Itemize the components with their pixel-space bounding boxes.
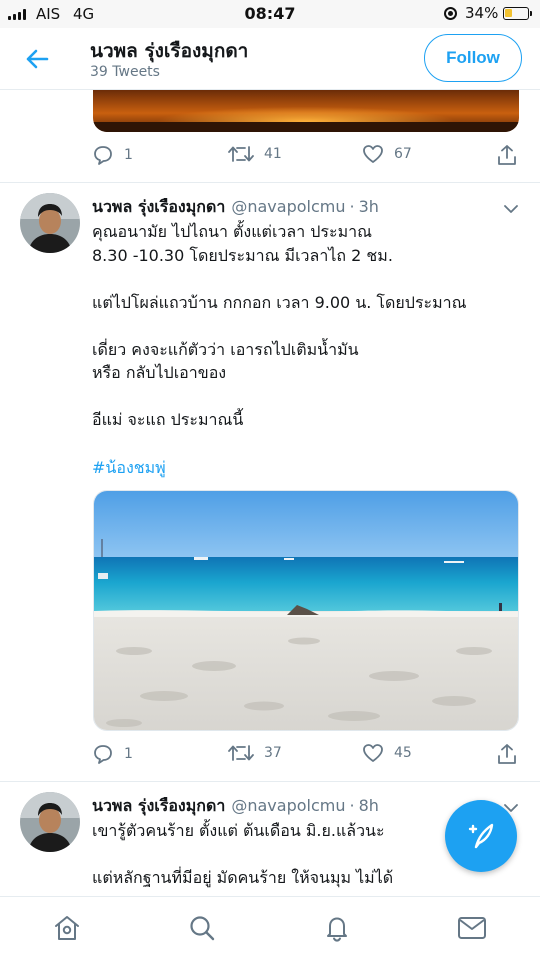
compose-tweet-icon: [468, 823, 494, 849]
tweet-handle[interactable]: @navapolcmu: [231, 197, 345, 216]
battery-percent: 34%: [465, 4, 499, 22]
notifications-icon[interactable]: [322, 913, 352, 943]
tweet-time: 3h: [358, 197, 379, 216]
chevron-down-icon[interactable]: [502, 200, 520, 213]
like-button[interactable]: 67: [362, 144, 412, 164]
avatar[interactable]: [20, 792, 80, 852]
compose-tweet-button[interactable]: [445, 800, 517, 872]
retweet-count: 41: [264, 146, 282, 162]
reply-icon: [94, 745, 112, 764]
retweet-icon: [228, 745, 254, 761]
home-icon[interactable]: [52, 913, 82, 943]
reply-button[interactable]: 1: [92, 144, 133, 166]
share-button[interactable]: [497, 144, 517, 166]
status-bar: AIS 4G 08:47 34%: [0, 0, 540, 28]
reply-count: 1: [124, 147, 133, 163]
share-icon: [498, 744, 516, 764]
back-arrow-icon[interactable]: [22, 44, 52, 74]
orientation-lock-icon: [444, 7, 457, 20]
like-count: 67: [394, 146, 412, 162]
profile-name: นวพล รุ่งเรืองมุกดา: [90, 40, 249, 62]
avatar[interactable]: [20, 193, 80, 253]
share-icon: [498, 145, 516, 165]
profile-header: นวพล รุ่งเรืองมุกดา 39 Tweets Follow: [0, 28, 540, 90]
sunset-photo[interactable]: [93, 90, 519, 132]
tweet-actions: 1 37 45: [0, 743, 540, 769]
retweet-button[interactable]: 37: [228, 743, 282, 763]
retweet-icon: [228, 146, 254, 162]
hashtag-link[interactable]: #น้องชมพู่: [92, 456, 166, 481]
share-button[interactable]: [497, 743, 517, 765]
tweet-count: 39 Tweets: [90, 64, 160, 80]
status-time: 08:47: [244, 4, 296, 23]
tweet-author[interactable]: นวพล รุ่งเรืองมุกดา: [92, 197, 225, 216]
tweet-handle[interactable]: @navapolcmu: [231, 796, 345, 815]
battery-tip: [530, 11, 532, 16]
heart-icon: [363, 145, 383, 163]
reply-button[interactable]: 1: [92, 743, 133, 765]
tweet-header: นวพล รุ่งเรืองมุกดา @navapolcmu · 8h: [92, 794, 379, 819]
like-button[interactable]: 45: [362, 743, 412, 763]
retweet-count: 37: [264, 745, 282, 761]
tweet-text: คุณอนามัย ไปไถนา ตั้งแต่เวลา ประมาณ 8.30…: [92, 222, 467, 429]
reply-count: 1: [124, 746, 133, 762]
messages-icon[interactable]: [457, 913, 487, 943]
tweet-separator: ·: [349, 197, 355, 216]
tweet-divider: [0, 182, 540, 183]
battery-icon: [503, 7, 529, 20]
tweet-separator: ·: [349, 796, 355, 815]
tweet-header: นวพล รุ่งเรืองมุกดา @navapolcmu · 3h: [92, 195, 379, 220]
search-icon[interactable]: [187, 913, 217, 943]
heart-icon: [363, 744, 383, 762]
bottom-nav: [0, 896, 540, 960]
tweet-divider: [0, 781, 540, 782]
beach-photo[interactable]: [93, 490, 519, 731]
follow-button[interactable]: Follow: [424, 34, 522, 82]
retweet-button[interactable]: 41: [228, 144, 282, 164]
tweet-time: 8h: [358, 796, 379, 815]
like-count: 45: [394, 745, 412, 761]
reply-icon: [94, 146, 112, 165]
tweet-actions: 1 41 67: [0, 144, 540, 170]
battery-level-fill: [505, 9, 512, 17]
tweet-author[interactable]: นวพล รุ่งเรืองมุกดา: [92, 796, 225, 815]
